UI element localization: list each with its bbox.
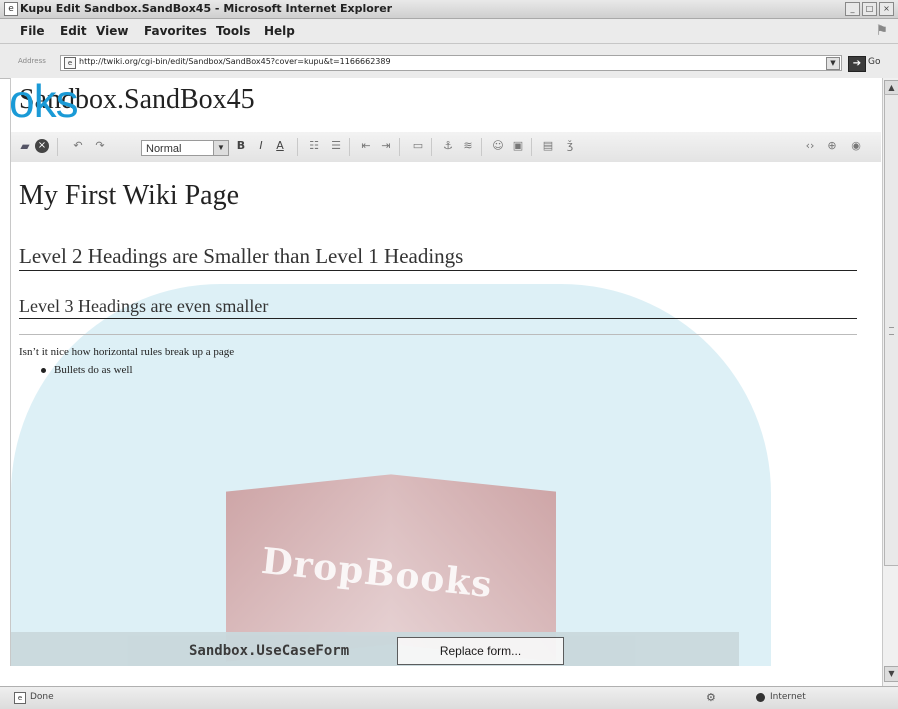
menu-tools[interactable]: Tools (216, 24, 250, 38)
style-select[interactable]: Normal ▼ (141, 140, 229, 156)
heading-3[interactable]: Level 3 Headings are even smaller (19, 296, 268, 317)
numbered-list-icon[interactable]: ☷ (307, 138, 321, 154)
outdent-icon[interactable]: ⇤ (359, 138, 373, 154)
list-item[interactable]: Bullets do as well (41, 364, 133, 376)
ie-app-icon: e (4, 2, 18, 16)
title-bar: e Kupu Edit Sandbox.SandBox45 - Microsof… (0, 0, 898, 19)
menu-bar: File Edit View Favorites Tools Help ⚑ (0, 19, 898, 44)
scroll-grip (889, 327, 894, 335)
address-url[interactable]: http://twiki.org/cgi-bin/edit/Sandbox/Sa… (79, 57, 391, 66)
undo-icon[interactable]: ↶ (71, 138, 85, 154)
help-icon[interactable]: ◉ (849, 138, 863, 154)
network-icon: ⚙ (706, 691, 716, 704)
paragraph[interactable]: Isn’t it nice how horizontal rules break… (19, 346, 234, 358)
style-select-value: Normal (146, 143, 182, 155)
menu-file[interactable]: File (20, 24, 45, 38)
window-title: Kupu Edit Sandbox.SandBox45 - Microsoft … (20, 2, 393, 15)
heading-1[interactable]: My First Wiki Page (19, 180, 239, 212)
window-controls: _ □ × (845, 2, 894, 16)
maximize-icon[interactable]: □ (862, 2, 877, 16)
horizontal-rule (19, 334, 857, 335)
insert-image-icon[interactable]: ▣ (511, 138, 525, 154)
form-bar: Sandbox.UseCaseForm Replace form... (11, 632, 739, 666)
toolbar-separator (57, 138, 58, 156)
go-button[interactable]: Go (868, 57, 880, 67)
variable-icon[interactable]: ▤ (541, 138, 555, 154)
cancel-icon[interactable]: × (35, 139, 49, 153)
address-field[interactable]: e http://twiki.org/cgi-bin/edit/Sandbox/… (60, 55, 842, 71)
smiley-icon[interactable]: ☺ (491, 138, 505, 154)
toolbar-separator (481, 138, 482, 156)
anchor-icon[interactable]: ≋ (461, 138, 475, 154)
heading-3-underline (19, 318, 857, 319)
save-icon[interactable]: ▰ (19, 138, 31, 154)
bold-icon[interactable]: B (235, 138, 247, 154)
replace-form-button[interactable]: Replace form... (397, 637, 564, 665)
status-bar: e Done ⚙ Internet (0, 686, 898, 709)
toolbar-separator (349, 138, 350, 156)
text-color-icon[interactable]: A (273, 138, 287, 154)
toolbar-separator (297, 138, 298, 156)
address-label: Address (18, 57, 46, 65)
indent-icon[interactable]: ⇥ (379, 138, 393, 154)
menu-edit[interactable]: Edit (60, 24, 87, 38)
windows-logo-icon: ⚑ (875, 23, 888, 39)
scroll-down-icon[interactable]: ▼ (884, 666, 898, 682)
bulleted-list-icon[interactable]: ☰ (329, 138, 343, 154)
page-icon: e (64, 57, 76, 69)
scroll-thumb[interactable] (884, 94, 898, 566)
italic-icon[interactable]: I (255, 138, 267, 154)
minimize-icon[interactable]: _ (845, 2, 860, 16)
menu-favorites[interactable]: Favorites (144, 24, 207, 38)
editor-toolbar: ▰ × ↶ ↷ Normal ▼ B I A ☷ ☰ ⇤ ⇥ ▭ ⚓ ≋ ☺ ▣… (11, 132, 881, 162)
list-item-text: Bullets do as well (54, 364, 133, 376)
brand-overlay: oks (10, 78, 79, 127)
toolbar-separator (431, 138, 432, 156)
go-arrow-icon[interactable]: ➔ (848, 56, 866, 72)
status-text: Done (30, 692, 54, 702)
zoom-icon[interactable]: ⊕ (825, 138, 839, 154)
form-name: Sandbox.UseCaseForm (189, 643, 350, 659)
menu-view[interactable]: View (96, 24, 128, 38)
address-bar: Address e http://twiki.org/cgi-bin/edit/… (0, 44, 898, 79)
bullet-icon (41, 367, 46, 373)
heading-2-underline (19, 270, 857, 271)
source-toggle-icon[interactable]: ‹› (801, 138, 819, 154)
redo-icon[interactable]: ↷ (93, 138, 107, 154)
toolbar-separator (531, 138, 532, 156)
toolbar-separator (399, 138, 400, 156)
close-icon[interactable]: × (879, 2, 894, 16)
table-icon[interactable]: ▭ (411, 138, 425, 154)
zone-text: Internet (770, 692, 806, 702)
internet-zone-icon (756, 693, 765, 702)
heading-2[interactable]: Level 2 Headings are Smaller than Level … (19, 244, 463, 269)
insert-link-icon[interactable]: ⚓ (441, 138, 455, 154)
menu-help[interactable]: Help (264, 24, 295, 38)
chevron-down-icon[interactable]: ▼ (213, 141, 228, 155)
chevron-down-icon[interactable]: ▼ (826, 57, 840, 70)
page-content: DropBooks Sandbox.SandBox45 oks ▰ × ↶ ↷ … (10, 78, 883, 666)
vertical-scrollbar[interactable]: ▲ ▼ (882, 78, 898, 686)
page-done-icon: e (14, 692, 26, 704)
special-chars-icon[interactable]: ǯ (563, 138, 577, 154)
